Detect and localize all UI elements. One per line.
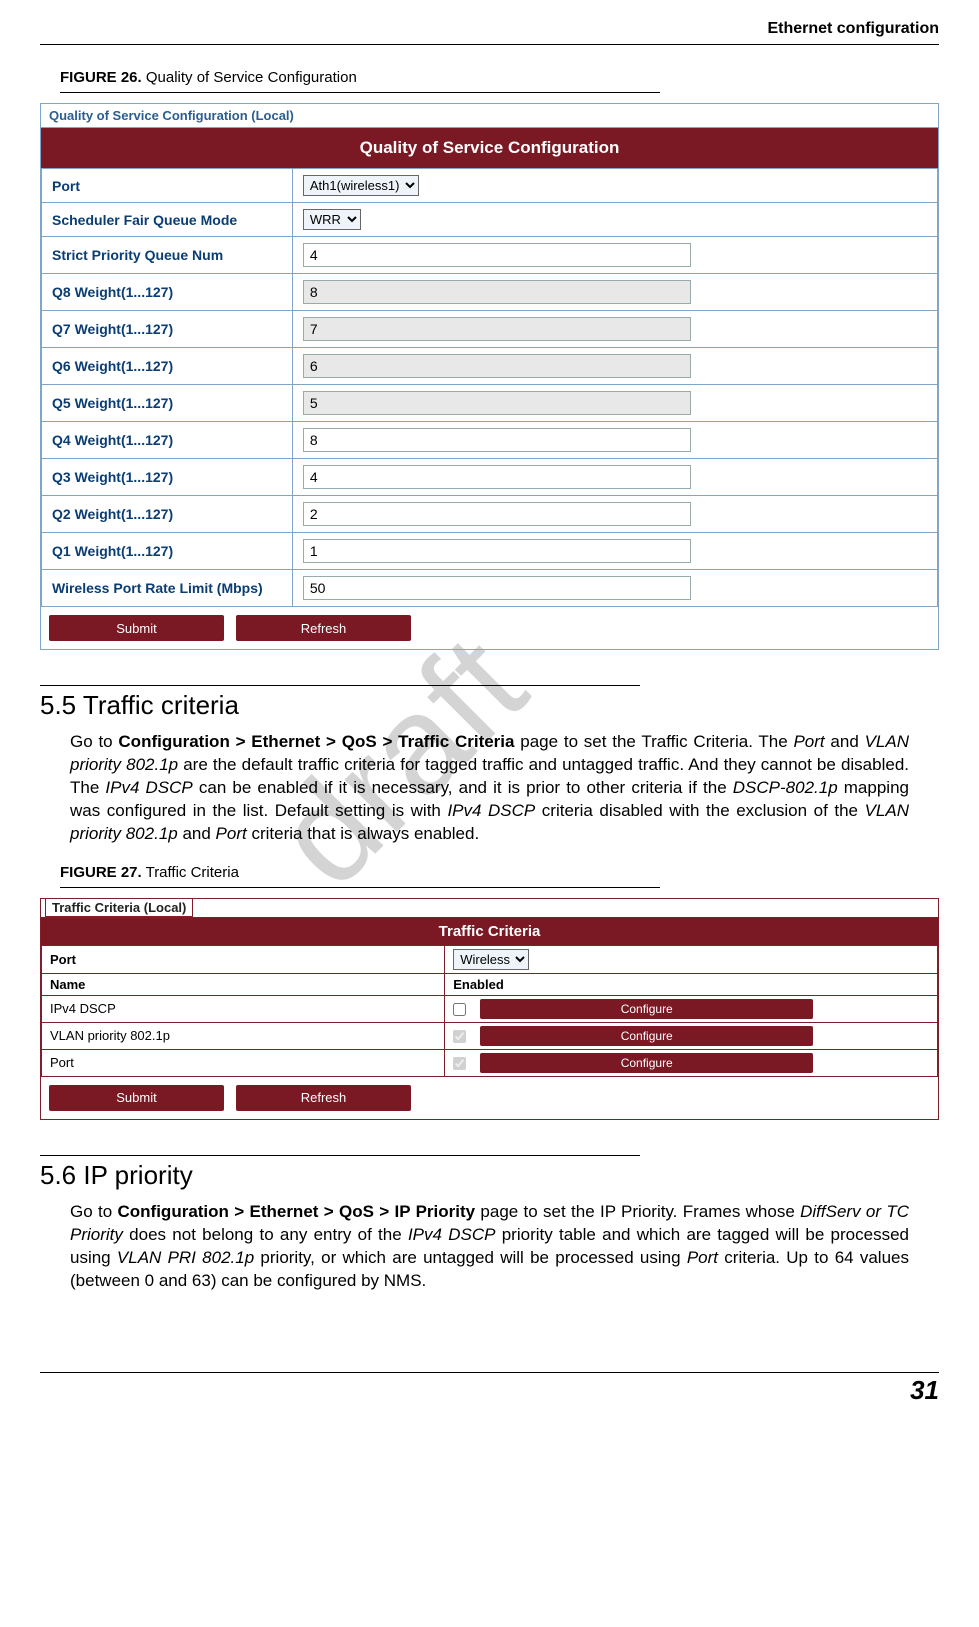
q1-input[interactable] — [303, 539, 691, 563]
row-q7-label: Q7 Weight(1...127) — [42, 311, 293, 348]
ipv4dscp-configure-button[interactable]: Configure — [480, 999, 813, 1019]
tc-row-vlan: VLAN priority 802.1p — [42, 1022, 445, 1049]
refresh-button[interactable]: Refresh — [236, 615, 411, 641]
running-header: Ethernet configuration — [40, 20, 939, 45]
q8-input[interactable] — [303, 280, 691, 304]
row-q1-label: Q1 Weight(1...127) — [42, 533, 293, 570]
tc-refresh-button[interactable]: Refresh — [236, 1085, 411, 1111]
q5-input[interactable] — [303, 391, 691, 415]
qos-panel: Quality of Service Configuration (Local)… — [40, 103, 939, 650]
port-configure-button[interactable]: Configure — [480, 1053, 813, 1073]
tc-submit-button[interactable]: Submit — [49, 1085, 224, 1111]
port-select[interactable]: Ath1(wireless1) — [303, 175, 419, 196]
section-5-5-body: Go to Configuration > Ethernet > QoS > T… — [70, 731, 909, 846]
figure-27-caption: FIGURE 27. Traffic Criteria — [60, 860, 660, 888]
rate-input[interactable] — [303, 576, 691, 600]
figure-number: FIGURE 27. — [60, 864, 142, 881]
spqn-input[interactable] — [303, 243, 691, 267]
submit-button[interactable]: Submit — [49, 615, 224, 641]
row-q5-label: Q5 Weight(1...127) — [42, 385, 293, 422]
ipv4dscp-checkbox[interactable] — [453, 1003, 466, 1016]
section-5-6-body: Go to Configuration > Ethernet > QoS > I… — [70, 1201, 909, 1293]
q7-input[interactable] — [303, 317, 691, 341]
row-port-label: Port — [42, 169, 293, 203]
figure-title: Quality of Service Configuration — [142, 69, 357, 86]
tc-row-ipv4dscp: IPv4 DSCP — [42, 995, 445, 1022]
row-rate-label: Wireless Port Rate Limit (Mbps) — [42, 570, 293, 607]
row-q8-label: Q8 Weight(1...127) — [42, 274, 293, 311]
tc-port-select[interactable]: Wireless — [453, 949, 529, 970]
port-checkbox — [453, 1057, 466, 1070]
panel-title: Traffic Criteria — [41, 917, 938, 945]
figure-number: FIGURE 26. — [60, 69, 142, 86]
vlan-configure-button[interactable]: Configure — [480, 1026, 813, 1046]
row-spqn-label: Strict Priority Queue Num — [42, 237, 293, 274]
row-q4-label: Q4 Weight(1...127) — [42, 422, 293, 459]
traffic-criteria-panel: Traffic Criteria (Local) Traffic Criteri… — [40, 898, 939, 1120]
row-q3-label: Q3 Weight(1...127) — [42, 459, 293, 496]
section-5-5-heading: 5.5 Traffic criteria — [40, 690, 939, 721]
tc-row-port: Port — [42, 1049, 445, 1076]
section-5-6-heading: 5.6 IP priority — [40, 1160, 939, 1191]
panel-legend: Traffic Criteria (Local) — [45, 898, 193, 917]
tc-name-header: Name — [42, 973, 445, 995]
panel-title: Quality of Service Configuration — [41, 128, 938, 168]
figure-title: Traffic Criteria — [142, 864, 239, 881]
q4-input[interactable] — [303, 428, 691, 452]
tc-enabled-header: Enabled — [445, 973, 938, 995]
vlan-checkbox — [453, 1030, 466, 1043]
q3-input[interactable] — [303, 465, 691, 489]
figure-26-caption: FIGURE 26. Quality of Service Configurat… — [60, 65, 660, 93]
q2-input[interactable] — [303, 502, 691, 526]
scheduler-select[interactable]: WRR — [303, 209, 361, 230]
row-q6-label: Q6 Weight(1...127) — [42, 348, 293, 385]
row-sched-label: Scheduler Fair Queue Mode — [42, 203, 293, 237]
page-number: 31 — [40, 1372, 939, 1406]
tc-port-label: Port — [42, 945, 445, 973]
panel-legend: Quality of Service Configuration (Local) — [41, 104, 938, 128]
row-q2-label: Q2 Weight(1...127) — [42, 496, 293, 533]
q6-input[interactable] — [303, 354, 691, 378]
